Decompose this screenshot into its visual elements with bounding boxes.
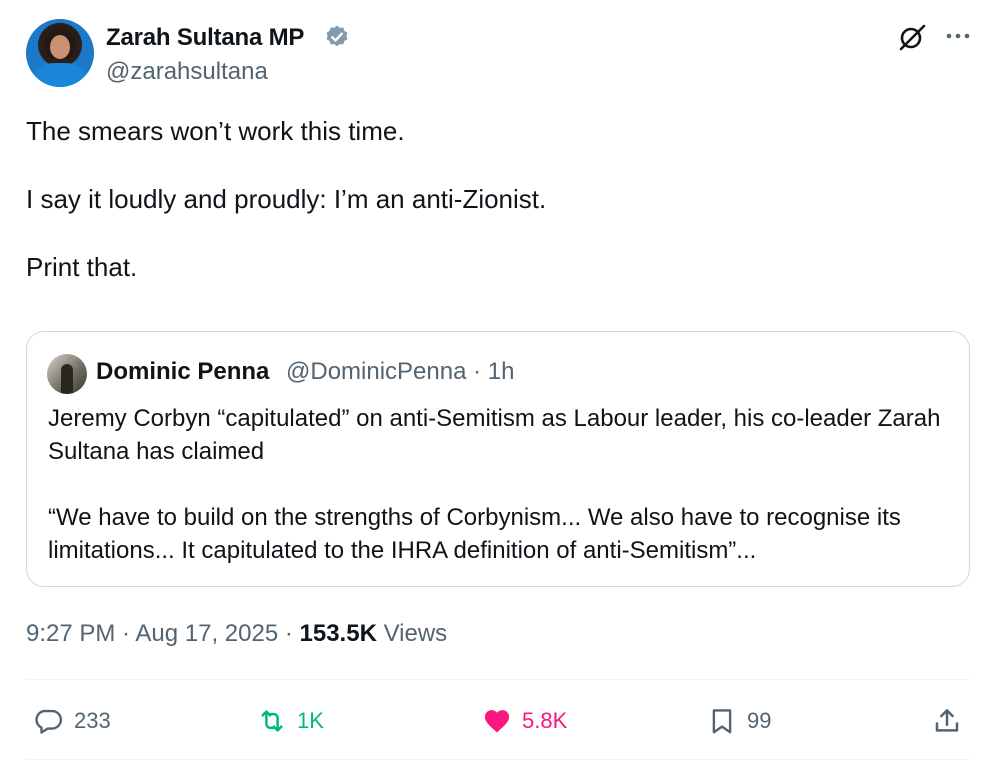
reply-icon <box>35 709 63 734</box>
quoted-author-name: Dominic Penna <box>96 358 270 385</box>
repost-count: 1K <box>297 708 324 733</box>
avatar-face <box>50 35 70 59</box>
share-icon <box>935 709 959 732</box>
repost-button[interactable]: 1K <box>257 704 324 738</box>
tweet-meta: 9:27 PM · Aug 17, 2025 · 153.5K Views <box>26 620 447 648</box>
divider <box>26 759 970 760</box>
reply-count: 233 <box>74 708 111 733</box>
author-name[interactable]: Zarah Sultana MP <box>106 24 304 52</box>
repost-icon <box>261 710 283 732</box>
more-icon[interactable] <box>944 22 972 50</box>
quoted-tweet-card[interactable]: Dominic Penna @DominicPenna · 1h Jeremy … <box>26 331 970 587</box>
avatar-figure <box>61 364 73 394</box>
views-count: 153.5K <box>299 620 377 647</box>
tweet-text: The smears won’t work this time. I say i… <box>26 116 547 282</box>
quoted-author-handle-time: @DominicPenna · 1h <box>286 358 515 385</box>
like-icon <box>484 710 510 733</box>
author-avatar[interactable] <box>26 19 94 87</box>
bookmark-count: 99 <box>747 708 772 733</box>
verified-badge-icon <box>326 25 348 47</box>
share-button[interactable] <box>932 704 962 738</box>
like-button[interactable]: 5.8K <box>482 704 567 738</box>
bookmark-button[interactable]: 99 <box>707 704 771 738</box>
grok-icon[interactable] <box>897 22 927 52</box>
author-handle[interactable]: @zarahsultana <box>106 58 268 86</box>
quoted-tweet-text: Jeremy Corbyn “capitulated” on anti-Semi… <box>48 405 941 564</box>
reply-button[interactable]: 233 <box>34 704 111 738</box>
like-count: 5.8K <box>522 708 568 733</box>
avatar-body <box>34 63 86 87</box>
divider <box>26 679 970 680</box>
bookmark-icon <box>712 709 732 734</box>
views-label: Views <box>383 620 448 647</box>
quoted-author-avatar <box>47 354 87 394</box>
tweet-timestamp[interactable]: 9:27 PM · Aug 17, 2025 · <box>26 620 300 647</box>
